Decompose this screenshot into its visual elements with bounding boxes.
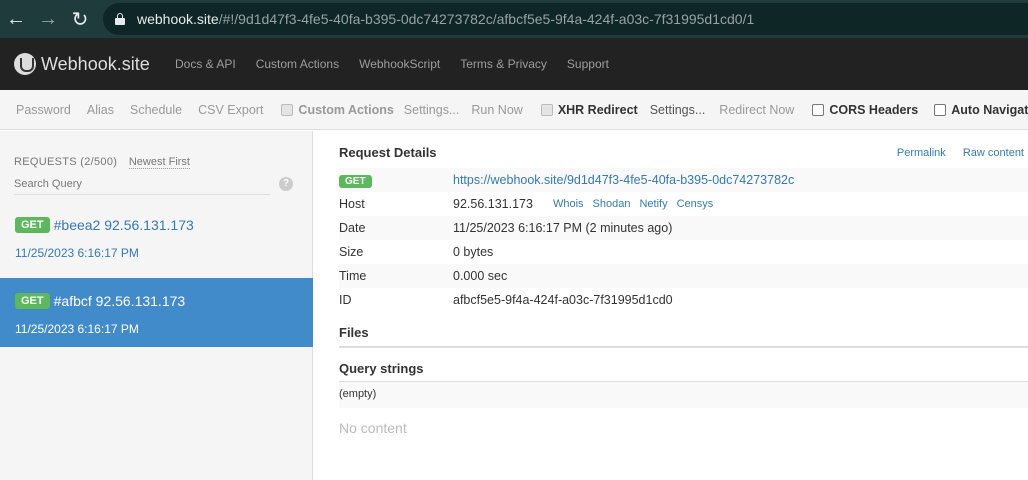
time-label: Time <box>339 269 367 283</box>
request-details-title: Request Details <box>339 145 437 160</box>
detail-links: Permalink Raw content <box>883 147 1024 159</box>
schedule-button[interactable]: Schedule <box>122 103 190 117</box>
detail-row-time: Time 0.000 sec <box>339 264 1028 288</box>
date-label: Date <box>339 221 366 235</box>
nav-webhookscript[interactable]: WebhookScript <box>359 57 440 71</box>
id-value: afbcf5e5-9f4a-424f-a03c-7f31995d1cd0 <box>453 293 673 307</box>
host-label: Host <box>339 197 365 211</box>
request-title: #afbcf 92.56.131.173 <box>53 293 186 309</box>
requests-sidebar: REQUESTS (2/500) Newest First ? GET #bee… <box>0 131 313 480</box>
query-strings-empty: (empty) <box>339 388 377 400</box>
method-badge: GET <box>15 293 50 309</box>
request-detail-panel: Request Details Permalink Raw content GE… <box>314 131 1028 480</box>
permalink-link[interactable]: Permalink <box>897 147 946 159</box>
whois-link[interactable]: Whois <box>553 198 584 210</box>
request-time: 11/25/2023 6:16:17 PM <box>15 322 139 336</box>
cors-headers-toggle[interactable]: CORS Headers <box>802 103 924 117</box>
requests-count: REQUESTS (2/500) <box>14 156 118 168</box>
raw-content-link[interactable]: Raw content <box>963 147 1024 159</box>
cors-headers-label: CORS Headers <box>829 102 919 117</box>
size-label: Size <box>339 245 364 259</box>
custom-actions-toggle[interactable]: Custom Actions <box>271 103 399 117</box>
detail-row-url: GET https://webhook.site/9d1d47f3-4fe5-4… <box>339 168 1028 192</box>
password-button[interactable]: Password <box>0 103 79 117</box>
brand[interactable]: Webhook.site <box>0 53 175 75</box>
url-path: /#!/9d1d47f3-4fe5-40fa-b395-0dc74273782c… <box>218 11 755 27</box>
detail-row-date: Date 11/25/2023 6:16:17 PM (2 minutes ag… <box>339 216 1028 240</box>
xhr-redirect-checkbox[interactable] <box>540 103 553 116</box>
url-text: webhook.site/#!/9d1d47f3-4fe5-40fa-b395-… <box>137 11 754 27</box>
xhr-redirect-toggle[interactable]: XHR Redirect <box>531 103 644 117</box>
address-bar[interactable]: webhook.site/#!/9d1d47f3-4fe5-40fa-b395-… <box>103 3 1028 35</box>
browser-toolbar: ← → ↻ webhook.site/#!/9d1d47f3-4fe5-40fa… <box>0 0 1028 38</box>
brand-name: Webhook.site <box>41 53 150 74</box>
id-label: ID <box>339 293 352 307</box>
custom-actions-label: Custom Actions <box>298 102 394 117</box>
xhr-redirect-label: XHR Redirect <box>557 102 638 117</box>
detail-row-size: Size 0 bytes <box>339 240 1028 264</box>
date-value: 11/25/2023 6:16:17 PM (2 minutes ago) <box>453 221 673 235</box>
request-list-item-selected[interactable]: GET #afbcf 92.56.131.173 11/25/2023 6:16… <box>0 278 313 347</box>
custom-actions-checkbox[interactable] <box>281 103 294 116</box>
url-host: webhook.site <box>137 11 219 27</box>
reload-icon[interactable]: ↻ <box>64 0 96 38</box>
sort-order-toggle[interactable]: Newest First <box>128 156 190 169</box>
auto-navigate-checkbox[interactable] <box>934 103 947 116</box>
webhook-logo-icon <box>14 53 36 75</box>
censys-link[interactable]: Censys <box>677 198 714 210</box>
search-query-input[interactable] <box>14 176 270 195</box>
detail-row-host: Host 92.56.131.173 Whois Shodan Netify C… <box>339 192 1028 216</box>
auto-navigate-label: Auto Navigate <box>951 102 1028 117</box>
request-url-link[interactable]: https://webhook.site/9d1d47f3-4fe5-40fa-… <box>453 173 794 187</box>
search-row: ? <box>14 175 294 195</box>
help-icon[interactable]: ? <box>279 177 293 191</box>
nav-terms-privacy[interactable]: Terms & Privacy <box>460 57 547 71</box>
action-toolbar: Password Alias Schedule CSV Export Custo… <box>0 90 1028 130</box>
run-now-button[interactable]: Run Now <box>463 103 530 117</box>
lock-icon <box>115 13 125 25</box>
back-icon[interactable]: ← <box>0 0 32 38</box>
query-strings-title: Query strings <box>339 361 424 376</box>
nav-support[interactable]: Support <box>567 57 609 71</box>
cors-headers-checkbox[interactable] <box>812 103 825 116</box>
detail-row-id: ID afbcf5e5-9f4a-424f-a03c-7f31995d1cd0 <box>339 288 1028 312</box>
no-content-text: No content <box>339 420 407 436</box>
alias-button[interactable]: Alias <box>79 103 122 117</box>
size-value: 0 bytes <box>453 245 494 259</box>
shodan-link[interactable]: Shodan <box>593 198 631 210</box>
site-navbar: Webhook.site Docs & API Custom Actions W… <box>0 38 1028 90</box>
method-cell: GET <box>339 173 453 188</box>
xhr-settings-button[interactable]: Settings... <box>644 103 712 117</box>
netify-link[interactable]: Netify <box>639 198 667 210</box>
nav-custom-actions[interactable]: Custom Actions <box>256 57 339 71</box>
request-summary: GET #beea2 92.56.131.173 <box>15 217 194 233</box>
request-summary: GET #afbcf 92.56.131.173 <box>15 293 185 309</box>
files-title: Files <box>339 325 369 340</box>
time-value: 0.000 sec <box>453 269 508 283</box>
request-title: #beea2 92.56.131.173 <box>53 217 194 233</box>
auto-navigate-toggle[interactable]: Auto Navigate <box>924 103 1028 117</box>
host-value: 92.56.131.173 <box>453 197 533 211</box>
query-strings-row <box>339 382 1028 408</box>
forward-icon[interactable]: → <box>32 0 64 38</box>
details-table: GET https://webhook.site/9d1d47f3-4fe5-4… <box>339 168 1028 312</box>
files-divider <box>339 346 1028 348</box>
custom-actions-settings-button[interactable]: Settings... <box>400 103 464 117</box>
method-badge: GET <box>15 217 50 233</box>
csv-export-button[interactable]: CSV Export <box>190 103 271 117</box>
nav-docs-api[interactable]: Docs & API <box>175 57 236 71</box>
requests-header: REQUESTS (2/500) Newest First <box>14 153 304 169</box>
redirect-now-button[interactable]: Redirect Now <box>711 103 802 117</box>
method-badge: GET <box>339 175 372 188</box>
request-list-item[interactable]: GET #beea2 92.56.131.173 11/25/2023 6:16… <box>0 202 313 272</box>
request-time: 11/25/2023 6:16:17 PM <box>15 246 139 260</box>
